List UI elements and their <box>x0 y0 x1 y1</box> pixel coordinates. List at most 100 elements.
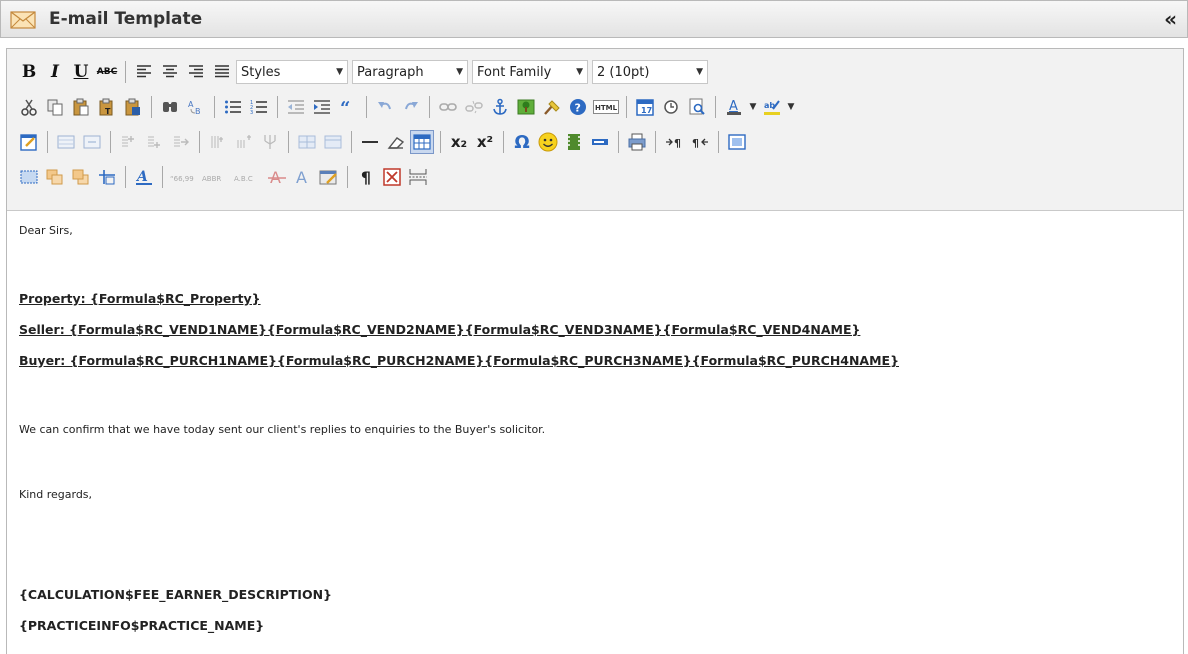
chevron-down-icon[interactable]: ▼ <box>786 95 796 119</box>
strikethrough-button[interactable]: ABC <box>95 60 119 84</box>
layer-move-icon[interactable] <box>80 130 104 154</box>
rich-text-editor: B I U ABC Styles ▼ Paragraph ▼ Font Family… <box>6 48 1184 654</box>
anchor-icon[interactable] <box>488 95 512 119</box>
unlink-icon[interactable] <box>462 95 486 119</box>
toolbar-separator <box>347 166 348 188</box>
delete-col-icon[interactable] <box>258 130 282 154</box>
preview-icon[interactable] <box>685 95 709 119</box>
toolbar-separator <box>125 166 126 188</box>
window-title: E-mail Template <box>49 9 203 29</box>
fullscreen-icon[interactable] <box>725 130 749 154</box>
align-justify-icon[interactable] <box>210 60 234 84</box>
superscript-button[interactable]: x² <box>473 130 497 154</box>
insert-date-icon[interactable]: 17 <box>633 95 657 119</box>
insert-time-icon[interactable] <box>659 95 683 119</box>
find-icon[interactable] <box>158 95 182 119</box>
toolbar-separator <box>718 131 719 153</box>
rtl-icon[interactable]: ¶ <box>688 130 712 154</box>
style-props-icon[interactable]: A <box>132 165 156 189</box>
attributes-icon[interactable] <box>317 165 341 189</box>
font-family-dropdown[interactable]: Font Family ▼ <box>472 60 588 84</box>
insert-layer-icon[interactable] <box>17 165 41 189</box>
editor-content-area[interactable]: Dear Sirs, Property: {Formula$RC_Propert… <box>7 211 1183 654</box>
italic-button[interactable]: I <box>43 60 67 84</box>
horizontal-rule-icon[interactable] <box>358 130 382 154</box>
col-after-icon[interactable] <box>232 130 256 154</box>
bold-button[interactable]: B <box>17 60 41 84</box>
body-line: We can confirm that we have today sent o… <box>19 423 546 436</box>
align-left-icon[interactable] <box>132 60 156 84</box>
toolbar-separator <box>125 61 126 83</box>
svg-text:A: A <box>270 168 281 186</box>
copy-icon[interactable] <box>43 95 67 119</box>
visual-chars-button[interactable]: ¶ <box>354 165 378 189</box>
svg-text:A: A <box>729 99 738 114</box>
merge-cells-icon[interactable] <box>321 130 345 154</box>
insertion-icon[interactable]: A <box>291 165 315 189</box>
paragraph-dropdown[interactable]: Paragraph ▼ <box>352 60 468 84</box>
row-after-icon[interactable] <box>143 130 167 154</box>
move-forward-icon[interactable] <box>43 165 67 189</box>
indent-icon[interactable] <box>310 95 334 119</box>
toolbar-separator <box>626 96 627 118</box>
move-backward-icon[interactable] <box>69 165 93 189</box>
svg-text:“: “ <box>340 99 350 115</box>
align-center-icon[interactable] <box>158 60 182 84</box>
special-character-button[interactable]: Ω <box>510 130 534 154</box>
help-icon[interactable]: ? <box>566 95 590 119</box>
edit-form-icon[interactable] <box>17 130 41 154</box>
html-source-icon[interactable]: HTML <box>592 95 620 119</box>
cut-icon[interactable] <box>17 95 41 119</box>
link-icon[interactable] <box>436 95 460 119</box>
subscript-button[interactable]: x₂ <box>447 130 471 154</box>
input-field-icon[interactable] <box>588 130 612 154</box>
chevron-down-icon[interactable]: ▼ <box>748 95 758 119</box>
bullet-list-icon[interactable] <box>221 95 245 119</box>
svg-text:A: A <box>188 100 194 109</box>
undo-icon[interactable] <box>373 95 397 119</box>
align-right-icon[interactable] <box>184 60 208 84</box>
toolbar-row-1: B I U ABC Styles ▼ Paragraph ▼ Font Family… <box>17 57 712 87</box>
highlight-color-icon[interactable]: ab <box>760 95 784 119</box>
svg-text:“66,99: “66,99 <box>170 175 194 183</box>
cite-icon[interactable]: “66,99 <box>169 165 199 189</box>
styles-dropdown[interactable]: Styles ▼ <box>236 60 348 84</box>
layer-icon[interactable] <box>54 130 78 154</box>
delete-row-icon[interactable] <box>169 130 193 154</box>
paste-word-icon[interactable] <box>121 95 145 119</box>
cleanup-icon[interactable] <box>540 95 564 119</box>
page-break-icon[interactable] <box>406 165 430 189</box>
emoticon-icon[interactable] <box>536 130 560 154</box>
text-color-icon[interactable]: A <box>722 95 746 119</box>
toolbar-separator <box>277 96 278 118</box>
media-icon[interactable] <box>562 130 586 154</box>
paste-text-icon[interactable]: T <box>95 95 119 119</box>
nonbreaking-icon[interactable] <box>380 165 404 189</box>
underline-button[interactable]: U <box>69 60 93 84</box>
collapse-button[interactable]: « <box>1164 7 1177 31</box>
abbreviation-icon[interactable]: ABBR <box>201 165 231 189</box>
col-before-icon[interactable] <box>206 130 230 154</box>
table-icon[interactable] <box>410 130 434 154</box>
svg-text:¶: ¶ <box>674 137 681 149</box>
print-icon[interactable] <box>625 130 649 154</box>
absolute-position-icon[interactable] <box>95 165 119 189</box>
eraser-icon[interactable] <box>384 130 408 154</box>
svg-text:B: B <box>195 107 201 116</box>
font-size-dropdown[interactable]: 2 (10pt) ▼ <box>592 60 708 84</box>
row-before-icon[interactable] <box>117 130 141 154</box>
split-cells-icon[interactable] <box>295 130 319 154</box>
acronym-icon[interactable]: A.B.C <box>233 165 263 189</box>
outdent-icon[interactable] <box>284 95 308 119</box>
paste-icon[interactable] <box>69 95 93 119</box>
redo-icon[interactable] <box>399 95 423 119</box>
replace-icon[interactable]: AB <box>184 95 208 119</box>
deletion-icon[interactable]: A <box>265 165 289 189</box>
numbered-list-icon[interactable]: 123 <box>247 95 271 119</box>
blockquote-icon[interactable]: “ <box>336 95 360 119</box>
image-icon[interactable] <box>514 95 538 119</box>
buyer-line: Buyer: {Formula$RC_PURCH1NAME}{Formula$R… <box>19 353 899 368</box>
editor-toolbar: B I U ABC Styles ▼ Paragraph ▼ Font Family… <box>7 49 1183 211</box>
chevron-down-icon: ▼ <box>696 67 703 77</box>
ltr-icon[interactable]: ¶ <box>662 130 686 154</box>
